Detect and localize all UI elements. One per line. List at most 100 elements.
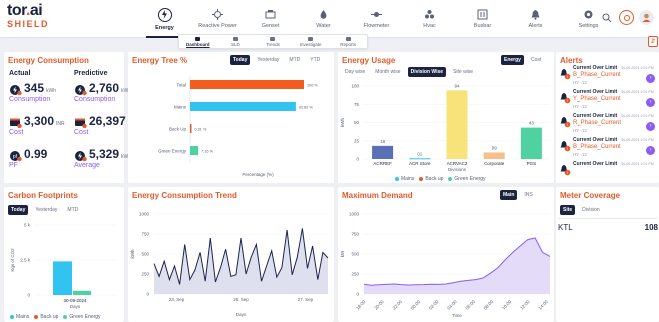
legend-swatch	[448, 177, 453, 181]
bar-mains[interactable]	[53, 261, 72, 295]
subnav-label: Investigate	[299, 41, 322, 47]
investigate-icon	[308, 36, 314, 41]
meter-tabs: Site Division	[560, 205, 603, 215]
legend-swatch	[34, 315, 39, 319]
bar-green-energy[interactable]	[190, 146, 199, 155]
metric-unit: INR	[56, 121, 65, 127]
alert-title: Current Over Limit	[573, 161, 618, 167]
y-tick-label: 75	[354, 102, 360, 107]
legend-green-energy[interactable]: Green Energy	[63, 314, 101, 320]
x-tick-label: 18:00	[355, 299, 367, 311]
genset-icon	[265, 9, 276, 20]
alert-timestamp: 30-09-2024 1:01 PM	[621, 114, 654, 118]
legend-mains[interactable]: Mains	[395, 176, 414, 182]
nav-label: Settings	[578, 23, 599, 29]
legend-back-up[interactable]: Back up	[419, 176, 443, 182]
subnav-reports[interactable]: Reports	[329, 35, 367, 48]
legend-back-up[interactable]: Back up	[34, 314, 58, 320]
alert-device: HY -12	[573, 104, 587, 109]
notification-icon[interactable]	[619, 10, 634, 25]
carbon-legend: Mains Back up Green Energy	[10, 314, 101, 320]
legend-green-energy[interactable]: Green Energy	[448, 176, 486, 182]
bar-acrref[interactable]	[372, 145, 394, 159]
predictive-cost-value: 26,397INR	[74, 114, 136, 128]
x-tick-label: Corporate	[484, 161, 505, 166]
alert-device: HY -12	[573, 128, 587, 133]
bar-acr-store[interactable]	[409, 158, 431, 160]
meter-tab-division[interactable]: Division	[579, 205, 603, 215]
y-tick-label: 250	[351, 272, 359, 277]
bar-total[interactable]	[190, 80, 304, 89]
data-label: 100 %	[307, 84, 318, 88]
bar-pgs[interactable]	[520, 127, 542, 159]
category-label: Mains	[174, 105, 187, 110]
subnav-investigate[interactable]: Investigate	[292, 35, 330, 48]
alert-item[interactable]: ! Current Over Limit 30-09-2024 1:01 PM R_P…	[558, 113, 658, 138]
y-tick-label: 0	[356, 157, 359, 162]
alert-title: Current Over Limit	[573, 113, 618, 119]
meter-coverage-row[interactable]: KTL 108	[558, 223, 658, 232]
bar-mains[interactable]	[190, 102, 296, 111]
alert-open-button[interactable]: ›	[646, 146, 655, 155]
panel-title: Energy Consumption	[8, 56, 89, 65]
nav-flowmeter[interactable]: Flowmeter	[350, 0, 403, 38]
alert-parameter: B_Phase_Current	[573, 72, 621, 78]
alert-item[interactable]: ! Current Over Limit 30-09-2024 1:01 PM	[558, 161, 658, 186]
subnav-dashboard[interactable]: Dashboard	[179, 35, 217, 48]
alert-device: HY -12	[573, 152, 587, 157]
alert-timestamp: 30-09-2024 1:01 PM	[621, 66, 654, 70]
meter-tab-site[interactable]: Site	[560, 205, 576, 215]
search-icon[interactable]	[599, 10, 614, 25]
x-tick-label: 22:00	[391, 299, 403, 311]
nav-reactive-power[interactable]: Reactive Power	[191, 0, 244, 38]
torai-shield-logo[interactable]: tor.ai SHIELD	[7, 3, 49, 29]
bar-acrvac2[interactable]	[446, 90, 468, 159]
metric-label: Consumption	[9, 96, 51, 103]
alert-title: Current Over Limit	[573, 137, 618, 143]
svg-text:!: !	[567, 146, 568, 151]
metric-label: PF	[9, 162, 18, 169]
alert-open-button[interactable]: ›	[646, 98, 655, 107]
y-tick-label: 250	[141, 272, 149, 277]
nav-genset[interactable]: Genset	[244, 0, 297, 38]
svg-text:pf: pf	[13, 154, 18, 160]
x-tick-label: 08:00	[483, 299, 495, 311]
legend-swatch	[10, 315, 14, 319]
x-axis-title: Divisions	[448, 167, 467, 172]
subnav-sld[interactable]: SLD	[217, 35, 255, 48]
legend-label: Mains	[401, 176, 415, 182]
nav-label: Alerts	[528, 23, 543, 29]
alert-item[interactable]: ! Current Over Limit 30-09-2024 1:01 PM Y_P…	[558, 89, 658, 114]
nav-water[interactable]: Water	[297, 0, 350, 38]
bar-back-up[interactable]	[190, 124, 192, 133]
metric-unit: kWh	[46, 88, 57, 94]
alert-item[interactable]: ! Current Over Limit 30-09-2024 1:01 PM B_P…	[558, 137, 658, 162]
energy-trend-panel: Energy Consumption Trend 0 250 500 750 1000 k…	[128, 187, 334, 322]
svg-text:!: !	[567, 98, 568, 103]
alert-warning-icon: !	[559, 67, 571, 80]
carbon-footprints-panel: Carbon Footprints Today Yesterday MTD 0 2.5…	[4, 187, 124, 322]
user-avatar[interactable]	[639, 10, 654, 25]
alert-open-button[interactable]: ›	[646, 122, 655, 131]
bar-green-energy[interactable]	[73, 290, 91, 295]
filter-icon[interactable]: ⇵	[648, 36, 658, 47]
x-tick-label: 02:00	[428, 299, 440, 311]
energy-icon	[74, 149, 87, 161]
y-tick-label: 50	[354, 120, 360, 125]
nav-hvac[interactable]: Hvac	[403, 0, 456, 38]
nav-energy[interactable]: Energy	[138, 0, 191, 38]
nav-busbar[interactable]: Busbar	[456, 0, 509, 38]
nav-alerts[interactable]: Alerts	[509, 0, 562, 38]
panel-title: Meter Coverage	[560, 191, 621, 200]
legend-mains[interactable]: Mains	[10, 314, 29, 320]
subnav-trends[interactable]: Trends	[254, 35, 292, 48]
alert-item[interactable]: ! Current Over Limit 30-09-2024 1:01 PM B_P…	[558, 65, 658, 90]
x-axis-title: Percentage (%)	[242, 172, 274, 177]
y-axis-title: kWh	[340, 118, 345, 127]
alert-warning-icon: !	[559, 115, 571, 128]
legend-label: Back up	[40, 314, 59, 320]
bar-corporate[interactable]	[483, 152, 505, 159]
alert-warning-icon: !	[559, 139, 571, 152]
x-tick-label: 30-09-2024	[63, 298, 87, 303]
alert-open-button[interactable]: ›	[646, 74, 655, 83]
